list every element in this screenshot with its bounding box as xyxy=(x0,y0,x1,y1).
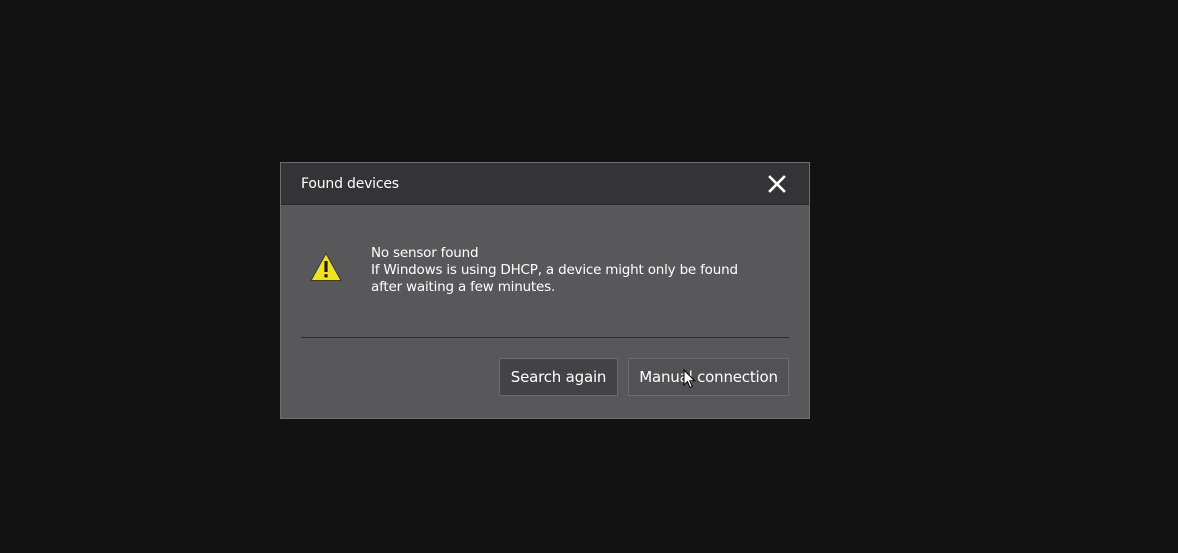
divider xyxy=(301,337,789,338)
message-line-1: If Windows is using DHCP, a device might… xyxy=(371,262,738,278)
close-icon[interactable] xyxy=(767,174,787,194)
dialog-titlebar: Found devices xyxy=(281,163,809,205)
dialog-message: No sensor found If Windows is using DHCP… xyxy=(371,245,738,296)
found-devices-dialog: Found devices No sensor found If Windows… xyxy=(280,162,810,419)
manual-connection-button[interactable]: Manual connection xyxy=(628,358,789,396)
warning-triangle-icon xyxy=(310,252,342,281)
message-title: No sensor found xyxy=(371,245,479,261)
search-again-button[interactable]: Search again xyxy=(499,358,618,396)
dialog-title: Found devices xyxy=(301,176,399,192)
message-line-2: after waiting a few minutes. xyxy=(371,279,556,295)
